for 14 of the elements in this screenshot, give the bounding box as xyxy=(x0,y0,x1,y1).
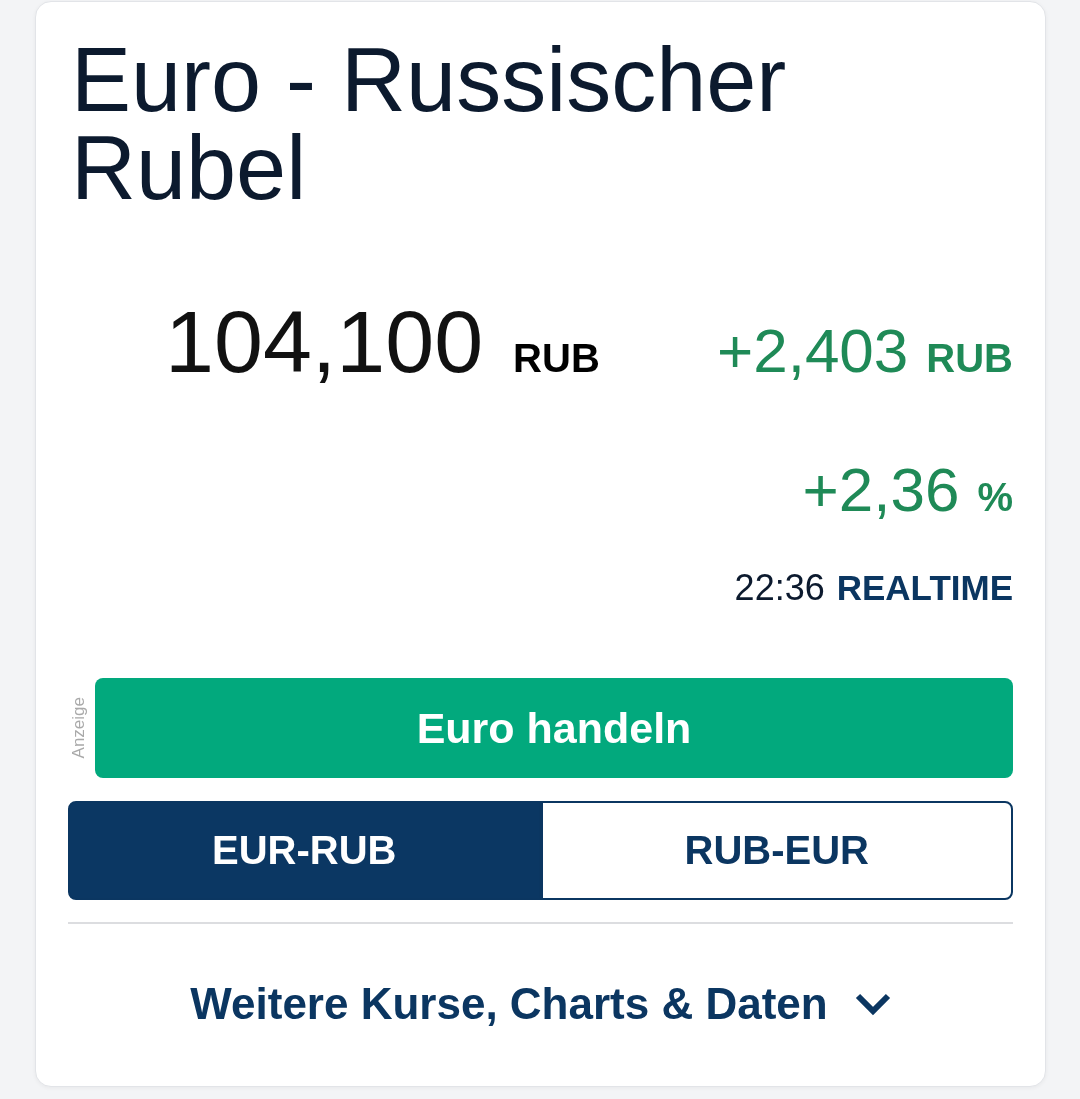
price-unit: RUB xyxy=(513,338,600,378)
chevron-icon[interactable] xyxy=(854,992,891,1016)
ad-label: Anzeige xyxy=(70,697,87,759)
change-percent: +2,36 xyxy=(802,459,960,521)
quote-source: REALTIME xyxy=(836,570,1013,605)
pair-title: Euro - Russischer Rubel xyxy=(70,36,788,212)
pair-tab[interactable]: RUB-EUR xyxy=(540,801,1013,900)
pair-tab[interactable]: EUR-RUB xyxy=(68,801,541,900)
more-link[interactable]: Weitere Kurse, Charts & Daten xyxy=(190,979,828,1029)
percent-unit: % xyxy=(977,477,1013,517)
change-unit: RUB xyxy=(926,338,1013,378)
change-value: +2,403 xyxy=(716,320,909,382)
quote-time: 22:36 xyxy=(734,570,825,606)
price-value: 104,100 xyxy=(165,298,484,386)
